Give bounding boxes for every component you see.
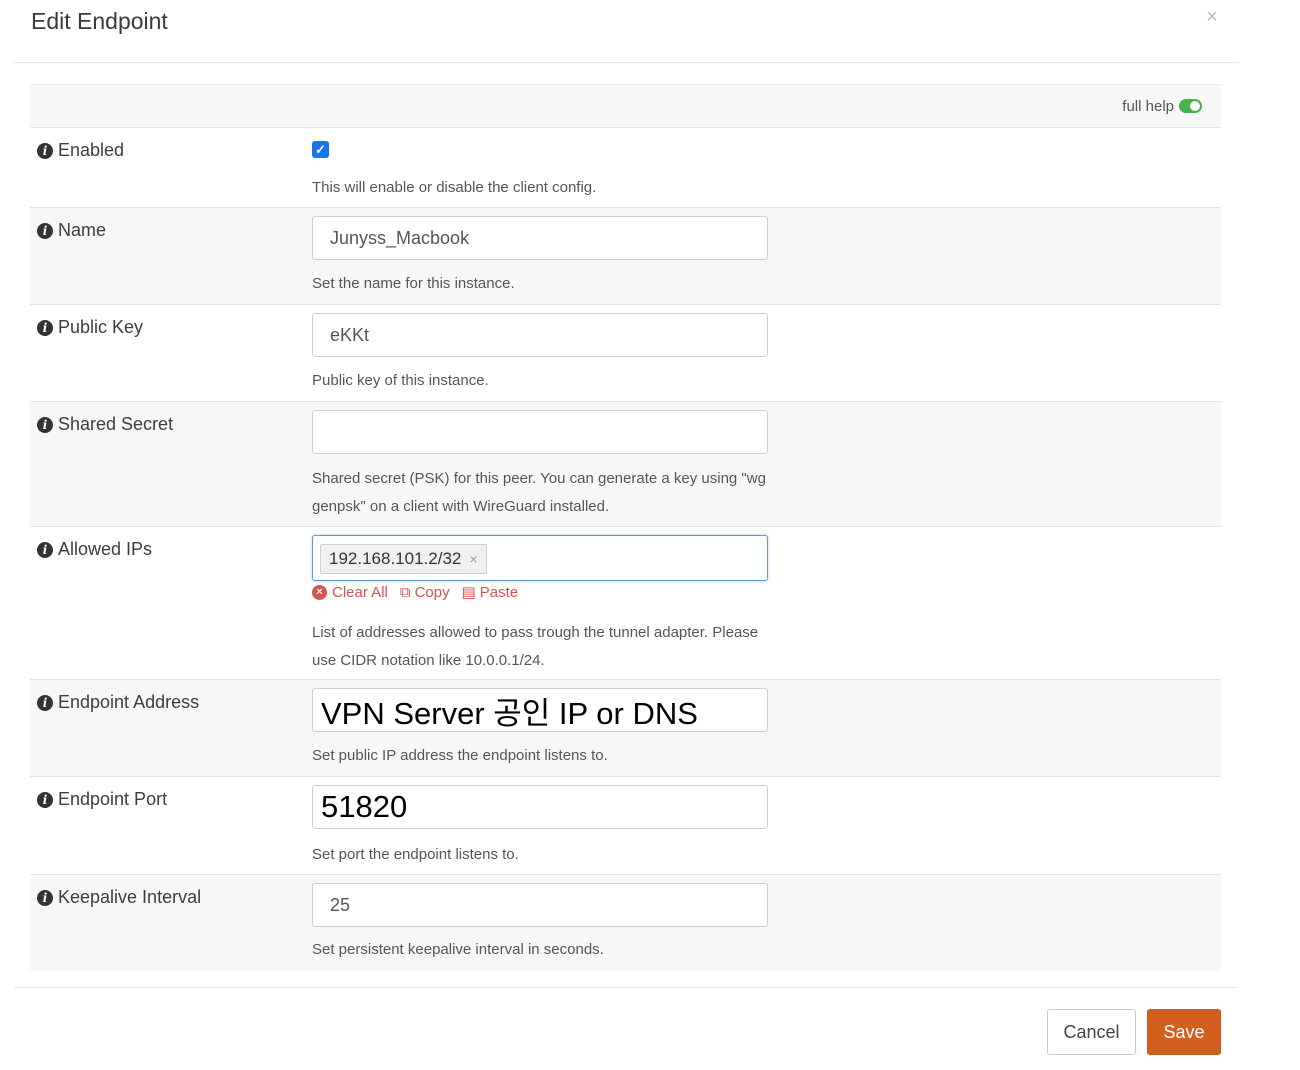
row-name: i Name Set the name for this instance. xyxy=(30,207,1221,304)
name-input[interactable] xyxy=(312,216,768,260)
hint-shared-secret-line2: genpsk" on a client with WireGuard insta… xyxy=(312,498,610,515)
label-public-key-text: Public Key xyxy=(58,317,144,337)
hint-keepalive: Set persistent keepalive interval in sec… xyxy=(312,941,604,958)
keepalive-input[interactable] xyxy=(312,883,768,927)
remove-tag-icon[interactable]: × xyxy=(469,545,477,573)
full-help-label: full help xyxy=(1122,98,1174,115)
copy-text: Copy xyxy=(414,583,450,601)
label-shared-secret: i Shared Secret xyxy=(37,414,173,435)
allowed-ips-actions: × Clear All ⧉ Copy ▤ Paste xyxy=(312,583,530,601)
paste-link[interactable]: ▤ Paste xyxy=(461,583,519,602)
public-key-input[interactable] xyxy=(312,313,768,357)
label-keepalive-text: Keepalive Interval xyxy=(58,887,202,907)
endpoint-port-input[interactable] xyxy=(312,785,768,829)
info-icon[interactable]: i xyxy=(37,416,53,433)
close-icon[interactable]: × xyxy=(1206,6,1218,29)
label-enabled: i Enabled xyxy=(37,140,124,161)
hint-name: Set the name for this instance. xyxy=(312,275,515,292)
hint-endpoint-port: Set port the endpoint listens to. xyxy=(312,846,519,863)
dialog-title: Edit Endpoint xyxy=(31,8,168,34)
label-public-key: i Public Key xyxy=(37,317,143,338)
row-enabled: i Enabled ✓ This will enable or disable … xyxy=(30,127,1221,207)
row-keepalive: i Keepalive Interval Set persistent keep… xyxy=(30,874,1221,971)
hint-enabled: This will enable or disable the client c… xyxy=(312,179,597,196)
hint-allowed-ips-line2: use CIDR notation like 10.0.0.1/24. xyxy=(312,652,545,669)
allowed-ips-input[interactable]: 192.168.101.2/32 × xyxy=(312,535,768,581)
full-help-toggle[interactable] xyxy=(1179,99,1202,113)
label-name: i Name xyxy=(37,220,106,241)
label-endpoint-address: i Endpoint Address xyxy=(37,692,199,713)
copy-icon: ⧉ xyxy=(399,583,411,601)
hint-public-key: Public key of this instance. xyxy=(312,372,489,389)
label-enabled-text: Enabled xyxy=(58,140,125,160)
endpoint-form: full help i Enabled ✓ This will enable o… xyxy=(30,84,1221,971)
row-shared-secret: i Shared Secret Shared secret (PSK) for … xyxy=(30,401,1221,526)
allowed-ip-tag-text: 192.168.101.2/32 xyxy=(329,549,462,568)
copy-link[interactable]: ⧉ Copy xyxy=(400,583,450,601)
endpoint-address-input[interactable] xyxy=(312,688,768,732)
shared-secret-input[interactable] xyxy=(312,410,768,454)
hint-allowed-ips-line1: List of addresses allowed to pass trough… xyxy=(312,624,759,641)
hint-shared-secret: Shared secret (PSK) for this peer. You c… xyxy=(312,465,772,521)
info-icon[interactable]: i xyxy=(37,319,53,336)
hint-allowed-ips: List of addresses allowed to pass trough… xyxy=(312,619,772,675)
label-allowed-ips: i Allowed IPs xyxy=(37,539,152,560)
save-button[interactable]: Save xyxy=(1147,1009,1221,1055)
paste-icon: ▤ xyxy=(461,584,476,601)
row-endpoint-port: i Endpoint Port Set port the endpoint li… xyxy=(30,776,1221,874)
label-allowed-ips-text: Allowed IPs xyxy=(58,539,153,559)
clear-all-link[interactable]: × Clear All xyxy=(312,583,388,601)
info-icon[interactable]: i xyxy=(37,142,53,159)
row-allowed-ips: i Allowed IPs 192.168.101.2/32 × × Clear… xyxy=(30,526,1221,679)
times-circle-icon: × xyxy=(312,584,327,600)
header-divider xyxy=(14,62,1238,63)
cancel-button[interactable]: Cancel xyxy=(1047,1009,1136,1055)
info-icon[interactable]: i xyxy=(37,791,53,808)
label-endpoint-address-text: Endpoint Address xyxy=(58,692,200,712)
footer-divider xyxy=(14,987,1238,988)
label-shared-secret-text: Shared Secret xyxy=(58,414,174,434)
enabled-checkbox[interactable]: ✓ xyxy=(312,141,329,158)
paste-text: Paste xyxy=(479,583,519,601)
row-endpoint-address: i Endpoint Address Set public IP address… xyxy=(30,679,1221,776)
info-icon[interactable]: i xyxy=(37,889,53,906)
label-endpoint-port: i Endpoint Port xyxy=(37,789,167,810)
hint-endpoint-address: Set public IP address the endpoint liste… xyxy=(312,747,608,764)
row-public-key: i Public Key Public key of this instance… xyxy=(30,304,1221,401)
help-row: full help xyxy=(30,84,1221,127)
hint-shared-secret-line1: Shared secret (PSK) for this peer. You c… xyxy=(312,470,766,487)
label-keepalive: i Keepalive Interval xyxy=(37,887,201,908)
allowed-ip-tag: 192.168.101.2/32 × xyxy=(320,544,487,574)
info-icon[interactable]: i xyxy=(37,222,53,239)
info-icon[interactable]: i xyxy=(37,694,53,711)
label-endpoint-port-text: Endpoint Port xyxy=(58,789,168,809)
clear-all-text: Clear All xyxy=(332,583,388,601)
label-name-text: Name xyxy=(58,220,107,240)
info-icon[interactable]: i xyxy=(37,541,53,558)
